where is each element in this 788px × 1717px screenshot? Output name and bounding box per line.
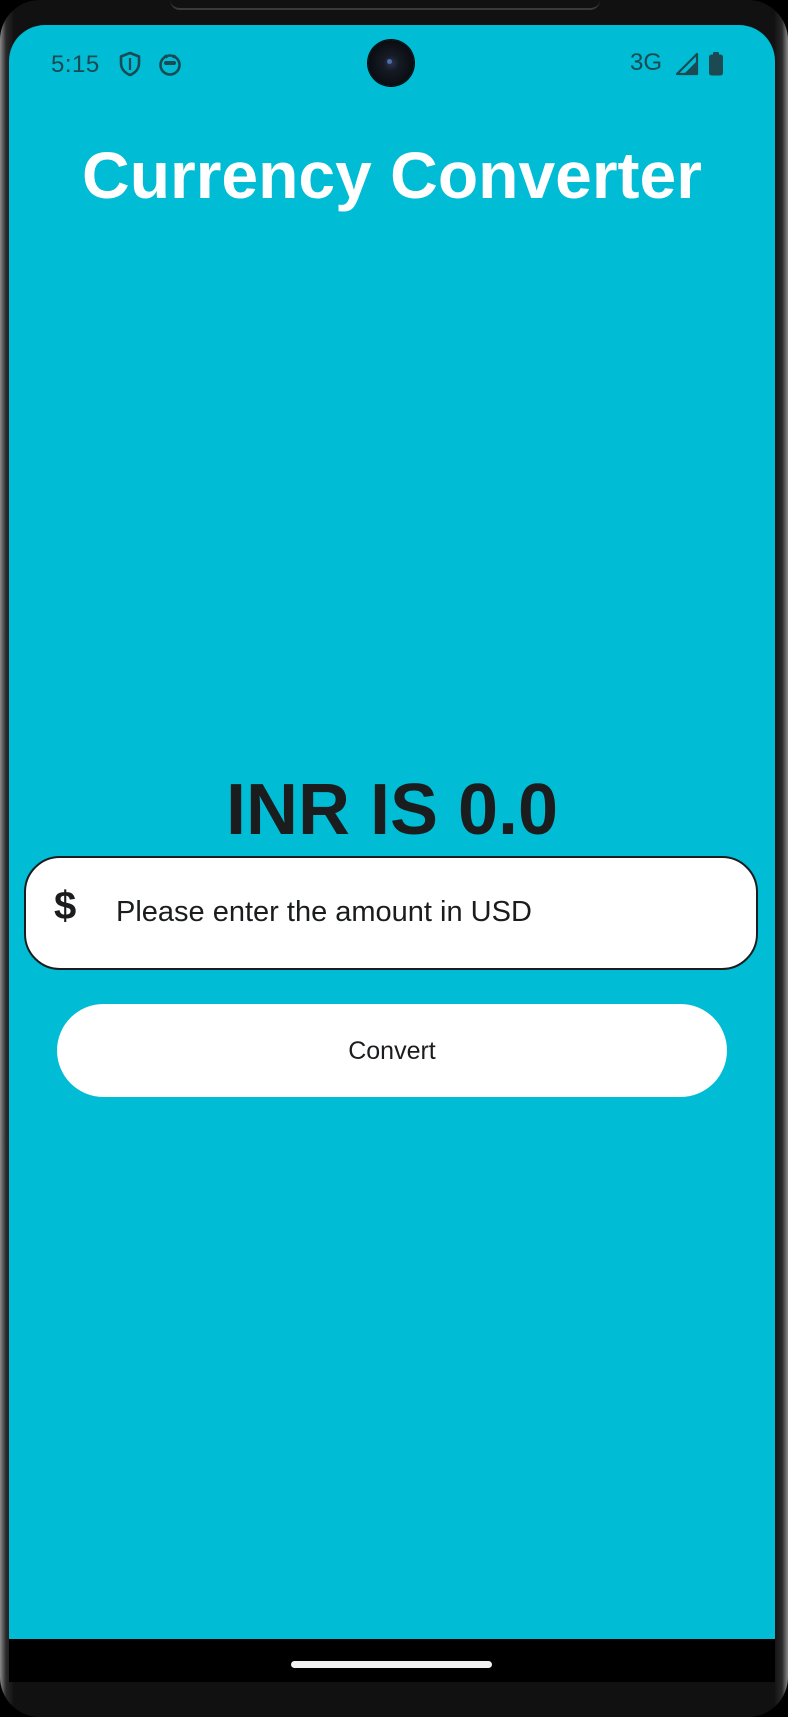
camera-lens bbox=[387, 59, 392, 64]
convert-button-label: Convert bbox=[348, 1037, 436, 1065]
navigation-bar bbox=[9, 1639, 775, 1682]
signal-icon bbox=[674, 51, 700, 77]
usd-amount-input[interactable]: $ Please enter the amount in USD bbox=[24, 856, 758, 970]
robot-face-icon bbox=[157, 51, 183, 77]
front-camera bbox=[368, 40, 414, 86]
convert-button[interactable]: Convert bbox=[57, 1004, 727, 1097]
device-top-edge bbox=[170, 0, 600, 10]
conversion-result: INR IS 0.0 bbox=[225, 770, 559, 850]
status-time: 5:15 bbox=[51, 51, 100, 78]
shield-icon bbox=[117, 51, 143, 77]
battery-icon bbox=[707, 51, 725, 77]
amount-input-placeholder: Please enter the amount in USD bbox=[116, 896, 532, 928]
status-bar: 5:15 3G bbox=[9, 25, 775, 105]
dollar-icon: $ bbox=[54, 884, 77, 928]
device-frame: 5:15 3G Currency Converter INR IS 0.0 $ … bbox=[0, 0, 788, 1717]
page-title: Currency Converter bbox=[82, 138, 702, 212]
home-gesture-handle[interactable] bbox=[291, 1661, 492, 1668]
app-screen: 5:15 3G Currency Converter INR IS 0.0 $ … bbox=[9, 25, 775, 1682]
network-type-label: 3G bbox=[630, 49, 663, 76]
